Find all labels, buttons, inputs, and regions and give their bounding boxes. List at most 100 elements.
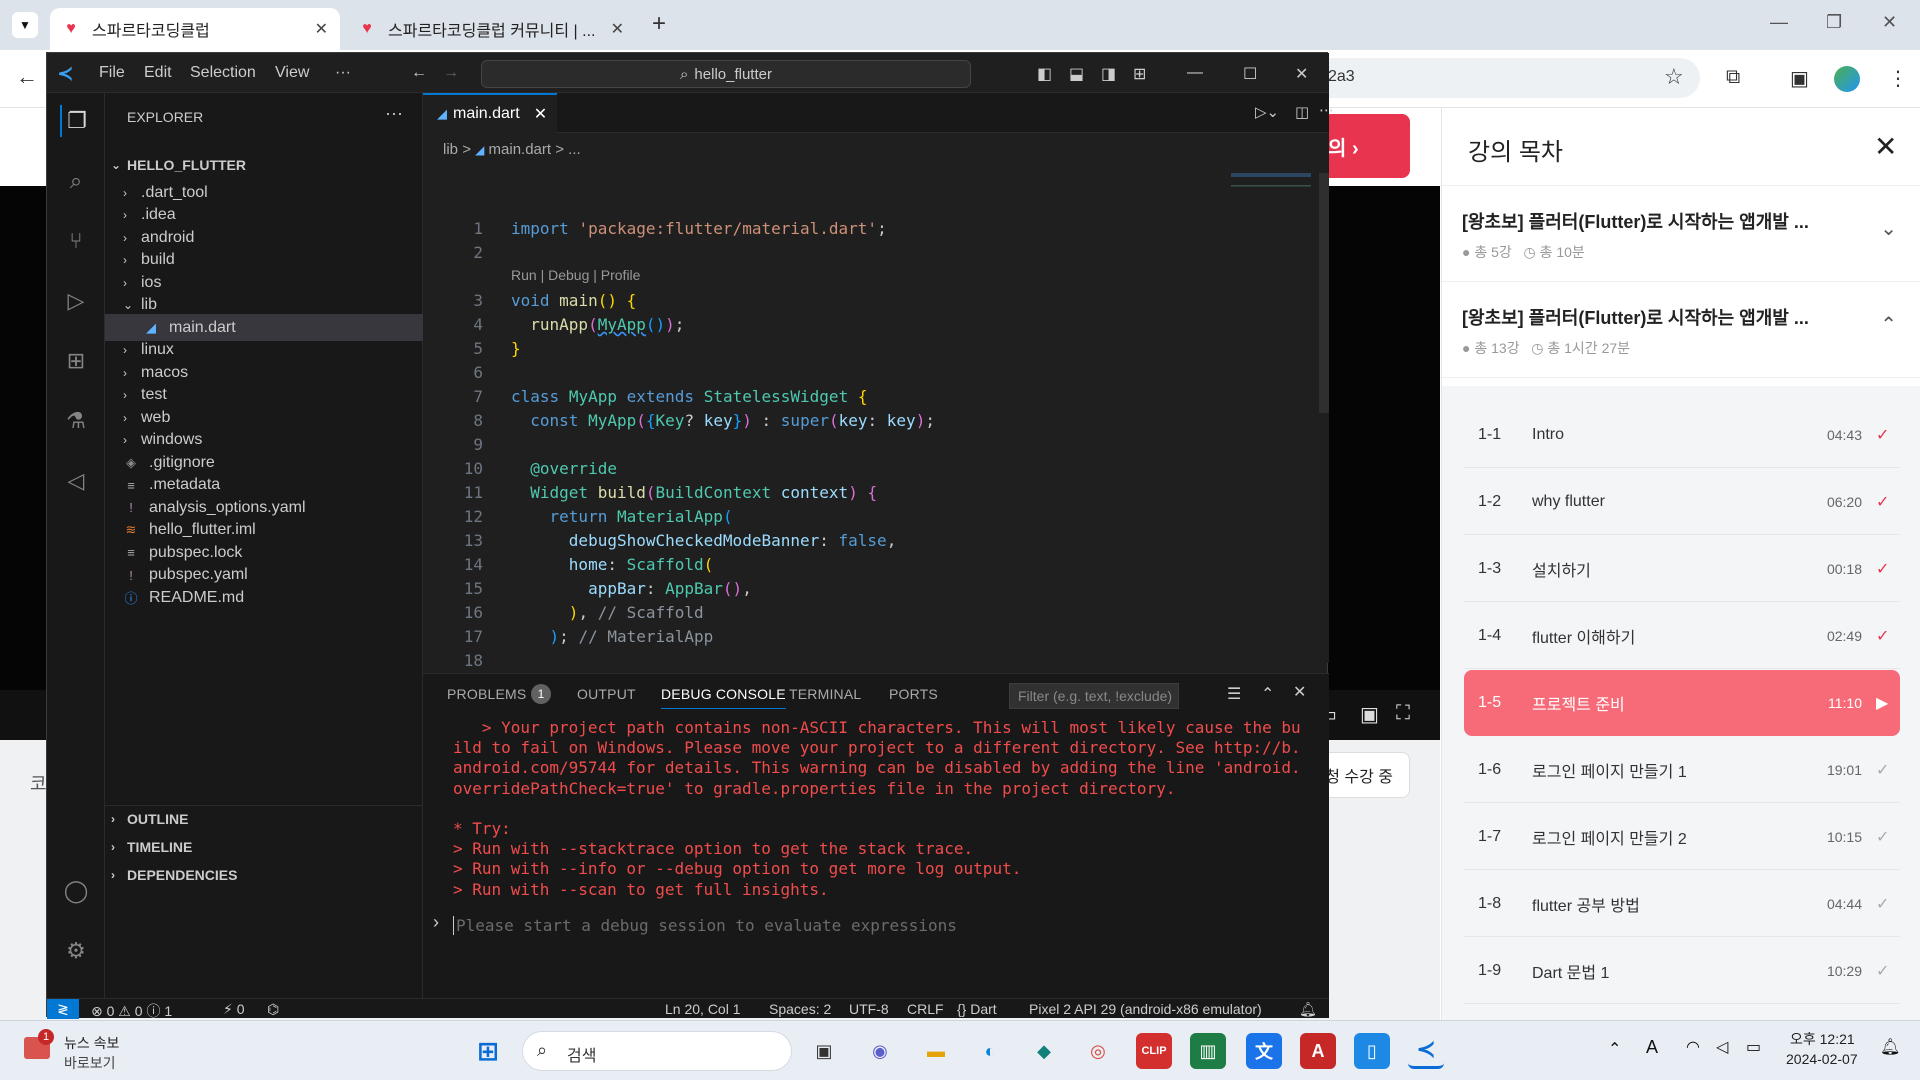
tray-chevron-icon[interactable]: ⌃ [1608,1039,1621,1059]
file-explorer-icon[interactable]: ▬ [918,1033,954,1069]
repl-input[interactable]: Please start a debug session to evaluate… [453,916,957,935]
search-icon[interactable]: ⌕ [60,165,92,197]
breadcrumb-file[interactable]: main.dart [489,141,552,158]
app-icon-2[interactable]: ▯ [1354,1033,1390,1069]
browser-tab[interactable]: ♥ 스파르타코딩클럽 커뮤니티 | ... ✕ [346,8,636,50]
news-widget[interactable]: 1 뉴스 속보 바로보기 [24,1029,144,1073]
back-icon[interactable]: ← [16,64,38,90]
editor-scrollbar[interactable] [1319,173,1329,413]
menu-file[interactable]: File [99,64,125,82]
menu-edit[interactable]: Edit [144,64,172,82]
tab-output[interactable]: OUTPUT [577,686,636,702]
browser-menu-icon[interactable]: ⋮ [1888,66,1908,91]
fullscreen-icon[interactable]: ⛶ [1396,702,1410,725]
manage-gear-icon[interactable]: ⚙ [60,935,92,967]
maximize-panel-icon[interactable]: ⌃ [1261,684,1274,704]
acrobat-icon[interactable]: A [1300,1033,1336,1069]
explorer-more-icon[interactable]: ··· [385,103,403,124]
edge-icon[interactable]: ◐ [972,1033,1008,1069]
section-1[interactable]: [왕초보] 플러터(Flutter)로 시작하는 앱개발 ... ● 총 5강 … [1442,186,1920,282]
device-selector[interactable]: Pixel 2 API 29 (android-x86 emulator) [1029,1001,1262,1017]
taskview-icon[interactable]: ▣ [806,1033,842,1069]
menu-view[interactable]: View [275,64,309,82]
lesson-item[interactable]: 1-3 설치하기 00:18 ✓ [1464,536,1900,602]
lesson-item[interactable]: 1-8 flutter 공부 방법 04:44 ✓ [1464,871,1900,937]
source-control-icon[interactable]: ⑂ [60,225,92,257]
breadcrumb-symbol[interactable]: ... [568,141,581,158]
tab-ports[interactable]: PORTS [889,686,938,702]
codelens-run-debug[interactable]: Run | Debug | Profile [511,267,640,283]
split-editor-icon[interactable]: ◫ [1295,103,1309,121]
lesson-item[interactable]: 1-1 Intro 04:43 ✓ [1464,402,1900,468]
restore-icon[interactable]: ❐ [1826,12,1842,33]
tab-problems[interactable]: PROBLEMS [447,686,526,702]
notifications-icon[interactable]: 🔔︎ [1880,1037,1900,1057]
vscode-minimize-icon[interactable]: — [1187,64,1203,82]
flutter-icon[interactable]: ◁ [60,465,92,497]
tab-list-button[interactable]: ▼ [12,12,38,38]
clear-console-icon[interactable]: ☰ [1227,684,1241,704]
translate-icon[interactable]: 文 [1246,1033,1282,1069]
notifications-bell-icon[interactable]: 🔔︎ [1299,1001,1317,1018]
lesson-item[interactable]: 1-4 flutter 이해하기 02:49 ✓ [1464,603,1900,669]
bookmark-star-icon[interactable]: ☆ [1664,64,1684,90]
extensions-icon[interactable]: ⧉ [1726,66,1740,89]
minimize-icon[interactable]: — [1770,12,1788,33]
vscode-taskbar-icon[interactable]: ≺ [1408,1033,1444,1069]
run-debug-icon[interactable]: ▷ [60,285,92,317]
debug-status-icon[interactable]: ⌬ [267,1001,279,1018]
section-2[interactable]: [왕초보] 플러터(Flutter)로 시작하는 앱개발 ... ● 총 13강… [1442,282,1920,378]
start-button[interactable]: ⊞ [470,1033,506,1069]
browser-tab-active[interactable]: ♥ 스파르타코딩클럽 ✕ [50,8,340,50]
accounts-icon[interactable]: ◯ [60,875,92,907]
cursor-position[interactable]: Ln 20, Col 1 [665,1001,741,1017]
project-root[interactable]: ⌄ HELLO_FLUTTER [105,151,423,178]
vscode-maximize-icon[interactable]: ☐ [1243,64,1257,84]
wifi-icon[interactable]: ◠ [1686,1037,1700,1057]
tab-terminal[interactable]: TERMINAL [789,686,861,702]
close-window-icon[interactable]: ✕ [1882,12,1897,33]
menu-selection[interactable]: Selection [190,64,256,82]
lesson-item[interactable]: 1-5 프로젝트 준비 11:10 ▶ [1464,670,1900,736]
command-center-search[interactable]: ⌕ hello_flutter [481,60,971,88]
run-debug-dropdown-icon[interactable]: ▷⌄ [1255,103,1279,121]
language-mode[interactable]: {} Dart [957,1001,997,1017]
remote-indicator-icon[interactable]: ≷ [47,999,79,1019]
dependencies-section[interactable]: › DEPENDENCIES [105,861,423,888]
encoding[interactable]: UTF-8 [849,1001,889,1017]
profile-avatar[interactable] [1834,66,1860,92]
close-panel-icon[interactable]: ✕ [1293,682,1306,702]
tree-item[interactable]: ⓘ README.md [105,584,423,611]
chat-icon[interactable]: ◉ [862,1033,898,1069]
problems-indicator[interactable]: ⊗ 0 ⚠ 0 ⓘ 1 [91,1001,172,1021]
close-tab-icon[interactable]: ✕ [611,19,624,39]
sheets-icon[interactable]: ▥ [1190,1033,1226,1069]
debug-filter-input[interactable]: Filter (e.g. text, !exclude) [1009,683,1179,709]
battery-icon[interactable]: ▭ [1746,1037,1761,1057]
clip-studio-icon[interactable]: CLIP [1136,1033,1172,1069]
theater-icon[interactable]: ▣ [1360,702,1379,727]
toggle-sidebar-icon[interactable]: ◧ [1037,64,1052,84]
chrome-icon[interactable]: ◎ [1080,1033,1116,1069]
testing-icon[interactable]: ⚗ [60,405,92,437]
editor-area[interactable]: ◢ main.dart ✕ ▷⌄ ◫ ⋯ lib > ◢ main.dart >… [423,93,1334,670]
toggle-secondary-sidebar-icon[interactable]: ◨ [1101,64,1116,84]
explorer-icon[interactable]: ❐ [60,105,92,137]
indentation[interactable]: Spaces: 2 [769,1001,831,1017]
taskbar-search[interactable]: ⌕ 검색 [522,1031,792,1071]
close-tab-icon[interactable]: ✕ [534,104,547,124]
lesson-item[interactable]: 1-9 Dart 문법 1 10:29 ✓ [1464,938,1900,1004]
sidepanel-icon[interactable]: ▣ [1790,66,1809,91]
customize-layout-icon[interactable]: ⊞ [1133,64,1146,84]
editor-tab-main-dart[interactable]: ◢ main.dart ✕ [423,93,557,133]
volume-icon[interactable]: ◁ [1716,1037,1728,1057]
lesson-item[interactable]: 1-2 why flutter 06:20 ✓ [1464,469,1900,535]
vscode-close-icon[interactable]: ✕ [1295,64,1308,84]
new-tab-button[interactable]: + [652,10,666,38]
breadcrumb-lib[interactable]: lib [443,141,458,158]
address-bar[interactable]: 2a3 ☆ [1320,58,1700,98]
nav-forward-icon[interactable]: → [443,64,459,82]
clock-time[interactable]: 오후 12:21 [1790,1029,1855,1049]
extensions-icon[interactable]: ⊞ [60,345,92,377]
close-panel-icon[interactable]: ✕ [1874,130,1897,163]
